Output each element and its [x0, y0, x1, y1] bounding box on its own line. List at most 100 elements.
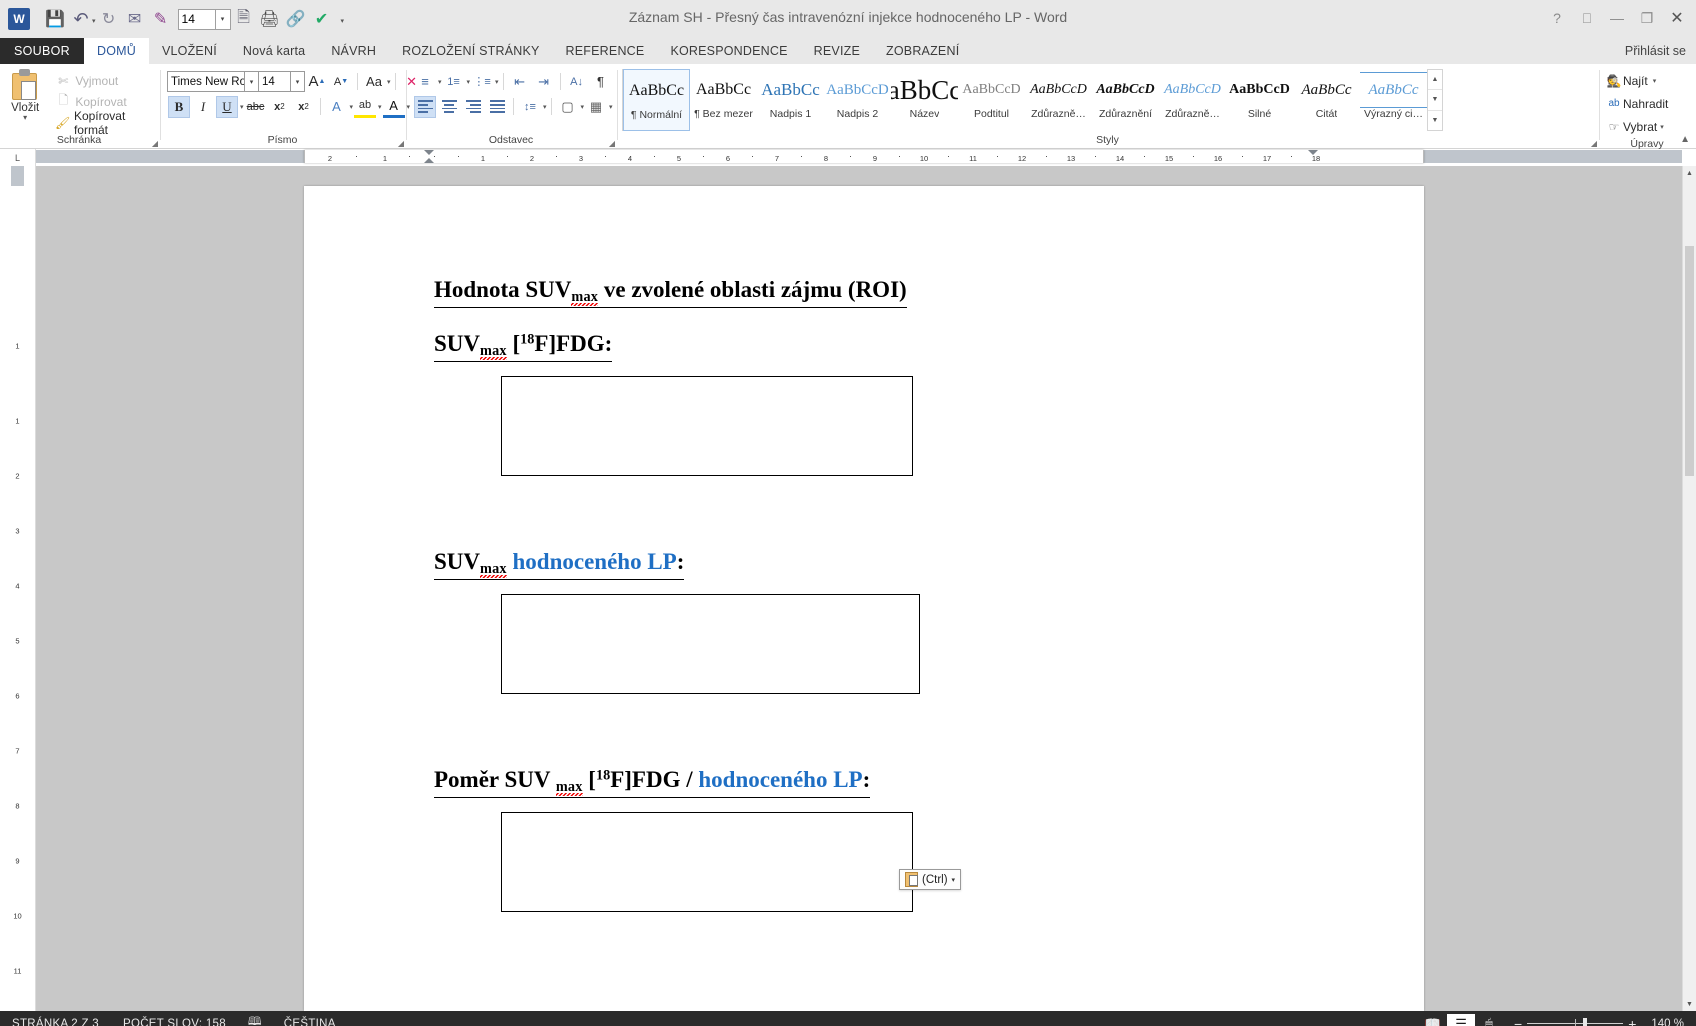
shrink-font-button[interactable]: A ▼: [330, 71, 352, 93]
tab-nova-karta[interactable]: Nová karta: [230, 38, 318, 64]
heading-roi[interactable]: Hodnota SUVmax ve zvolené oblasti zájmu …: [434, 276, 907, 309]
italic-button[interactable]: I: [192, 96, 214, 118]
format-painter-button[interactable]: 🖌 Kopírovat formát: [50, 109, 160, 137]
style-silne[interactable]: AaBbCcD Silné: [1226, 69, 1293, 131]
find-button[interactable]: 🕵 Najít ▾: [1605, 69, 1668, 92]
read-mode-icon[interactable]: 📖: [1419, 1014, 1447, 1026]
find-caret-icon[interactable]: ▾: [1653, 77, 1657, 85]
style-citat[interactable]: AaBbCc Citát: [1293, 69, 1360, 131]
heading-ratio[interactable]: Poměr SUV max [18F]FDG / hodnoceného LP:: [434, 766, 871, 799]
numbered-list-caret-icon[interactable]: ▾: [467, 78, 471, 86]
paragraph-dialog-launcher-icon[interactable]: ◢: [609, 139, 615, 148]
borders-caret-icon[interactable]: ▾: [609, 103, 613, 111]
edit-icon[interactable]: ✎: [148, 6, 174, 32]
tab-navrh[interactable]: NÁVRH: [318, 38, 389, 64]
heading-ratio-block[interactable]: Poměr SUV max [18F]FDG / hodnoceného LP:: [434, 766, 1364, 799]
styles-more-icon[interactable]: ▼: [1428, 111, 1442, 130]
heading-fdg-block[interactable]: SUVmax [18F]FDG:: [434, 330, 1364, 363]
style-nazev[interactable]: AaBbCcD Název: [891, 69, 958, 131]
zoom-out-button[interactable]: −: [1509, 1016, 1527, 1026]
minimize-button[interactable]: —: [1602, 6, 1632, 30]
heading-roi-block[interactable]: Hodnota SUVmax ve zvolené oblasti zájmu …: [434, 276, 1364, 309]
bullet-list-caret-icon[interactable]: ▾: [438, 78, 442, 86]
multilevel-list-icon[interactable]: ⋮≡: [471, 71, 493, 93]
zoom-level[interactable]: 140 %: [1647, 1018, 1692, 1026]
sort-az-icon[interactable]: A↓: [566, 71, 588, 93]
strikethrough-button[interactable]: abc: [245, 96, 267, 118]
redo-icon[interactable]: ↻: [96, 6, 122, 32]
answer-box-ratio[interactable]: [501, 812, 913, 913]
tab-zobrazeni[interactable]: ZOBRAZENÍ: [873, 38, 972, 64]
underline-caret-icon[interactable]: ▾: [240, 103, 244, 111]
shading-icon[interactable]: ▢: [557, 96, 579, 118]
scroll-down-button[interactable]: ▼: [1683, 997, 1696, 1011]
vertical-ruler[interactable]: 1 1 2 3 4 5 6 7 8 9 10 11 12: [0, 166, 36, 1026]
style-zduraznene[interactable]: AaBbCcD Zdůrazně…: [1025, 69, 1092, 131]
scrollbar-thumb[interactable]: [1685, 246, 1694, 476]
print-layout-icon[interactable]: ☰: [1447, 1013, 1476, 1026]
zoom-slider[interactable]: − +: [1509, 1016, 1641, 1026]
left-indent-marker[interactable]: [424, 158, 434, 163]
borders-icon[interactable]: ▦: [585, 96, 607, 118]
styles-dialog-launcher-icon[interactable]: ◢: [1591, 139, 1597, 148]
align-center-icon[interactable]: [438, 96, 460, 118]
multilevel-list-caret-icon[interactable]: ▾: [495, 78, 499, 86]
styles-scroll-up-icon[interactable]: ▲: [1428, 70, 1442, 91]
restore-button[interactable]: ❐: [1632, 6, 1662, 30]
font-dialog-launcher-icon[interactable]: ◢: [398, 139, 404, 148]
clipboard-dialog-launcher-icon[interactable]: ◢: [152, 139, 158, 148]
quick-font-size-input[interactable]: 14: [177, 8, 216, 30]
tab-revize[interactable]: REVIZE: [801, 38, 873, 64]
tab-soubor[interactable]: SOUBOR: [0, 38, 84, 64]
paste-button[interactable]: Vložit ▾: [0, 67, 50, 122]
change-case-caret-icon[interactable]: ▾: [387, 78, 391, 86]
style-nadpis-2[interactable]: AaBbCcD Nadpis 2: [824, 69, 891, 131]
highlight-caret-icon[interactable]: ▾: [378, 103, 382, 111]
answer-box-lp[interactable]: [501, 594, 920, 695]
collapse-ribbon-icon[interactable]: ▲: [1680, 134, 1690, 145]
save-icon[interactable]: 💾: [42, 6, 68, 32]
heading-lp[interactable]: SUVmax hodnoceného LP:: [434, 548, 685, 581]
right-indent-marker[interactable]: [1308, 150, 1318, 155]
paste-options-caret-icon[interactable]: ▾: [952, 876, 956, 884]
line-spacing-caret-icon[interactable]: ▾: [543, 103, 547, 111]
font-color-icon[interactable]: A: [382, 96, 405, 118]
pilcrow-icon[interactable]: ¶: [590, 71, 612, 93]
font-size-input[interactable]: 14: [259, 71, 291, 92]
answer-box-fdg[interactable]: [501, 376, 913, 477]
style-podtitul[interactable]: AaBbCcD Podtitul: [958, 69, 1025, 131]
bold-button[interactable]: B: [168, 95, 190, 118]
tab-vlozeni[interactable]: VLOŽENÍ: [149, 38, 230, 64]
styles-scroll-down-icon[interactable]: ▼: [1428, 90, 1442, 111]
cut-button[interactable]: ✄ Vyjmout: [50, 70, 160, 91]
hyperlink-icon[interactable]: 🔗: [283, 6, 309, 32]
customize-qat-icon[interactable]: ▾: [341, 17, 345, 25]
superscript-button[interactable]: x2: [293, 96, 315, 118]
tab-domu[interactable]: DOMŮ: [83, 38, 149, 64]
document-canvas[interactable]: Hodnota SUVmax ve zvolené oblasti zájmu …: [36, 166, 1696, 1011]
document-page[interactable]: Hodnota SUVmax ve zvolené oblasti zájmu …: [304, 186, 1424, 1011]
style-bez-mezer[interactable]: AaBbCc ¶ Bez mezer: [690, 69, 757, 131]
align-right-icon[interactable]: [462, 96, 484, 118]
web-layout-icon[interactable]: 🖱: [1475, 1014, 1503, 1026]
change-case-button[interactable]: Aa: [363, 71, 385, 93]
ribbon-display-options-icon[interactable]: ⎕: [1572, 6, 1602, 30]
underline-button[interactable]: U: [216, 95, 238, 118]
scroll-up-button[interactable]: ▲: [1683, 166, 1696, 180]
style-zdurazneni[interactable]: AaBbCcD Zdůraznění: [1092, 69, 1159, 131]
heading-lp-block[interactable]: SUVmax hodnoceného LP:: [434, 548, 1364, 581]
proofing-errors-icon[interactable]: 🕮: [238, 1014, 272, 1026]
close-button[interactable]: ✕: [1662, 6, 1692, 30]
tab-korespondence[interactable]: KORESPONDENCE: [657, 38, 800, 64]
select-caret-icon[interactable]: ▾: [1660, 123, 1664, 131]
paste-dropdown-caret-icon[interactable]: ▾: [23, 114, 27, 122]
help-icon[interactable]: ?: [1542, 6, 1572, 30]
tab-rozlozeni-stranky[interactable]: ROZLOŽENÍ STRÁNKY: [389, 38, 552, 64]
tab-reference[interactable]: REFERENCE: [553, 38, 658, 64]
zoom-slider-handle[interactable]: [1583, 1018, 1588, 1026]
font-size-dropdown-icon[interactable]: ▾: [291, 71, 305, 92]
numbered-list-icon[interactable]: 1≡: [443, 71, 465, 93]
spelling-check-icon[interactable]: ✔: [309, 6, 335, 32]
print-icon[interactable]: 🖨: [257, 6, 283, 32]
word-count[interactable]: POČET SLOV: 158: [111, 1018, 238, 1026]
